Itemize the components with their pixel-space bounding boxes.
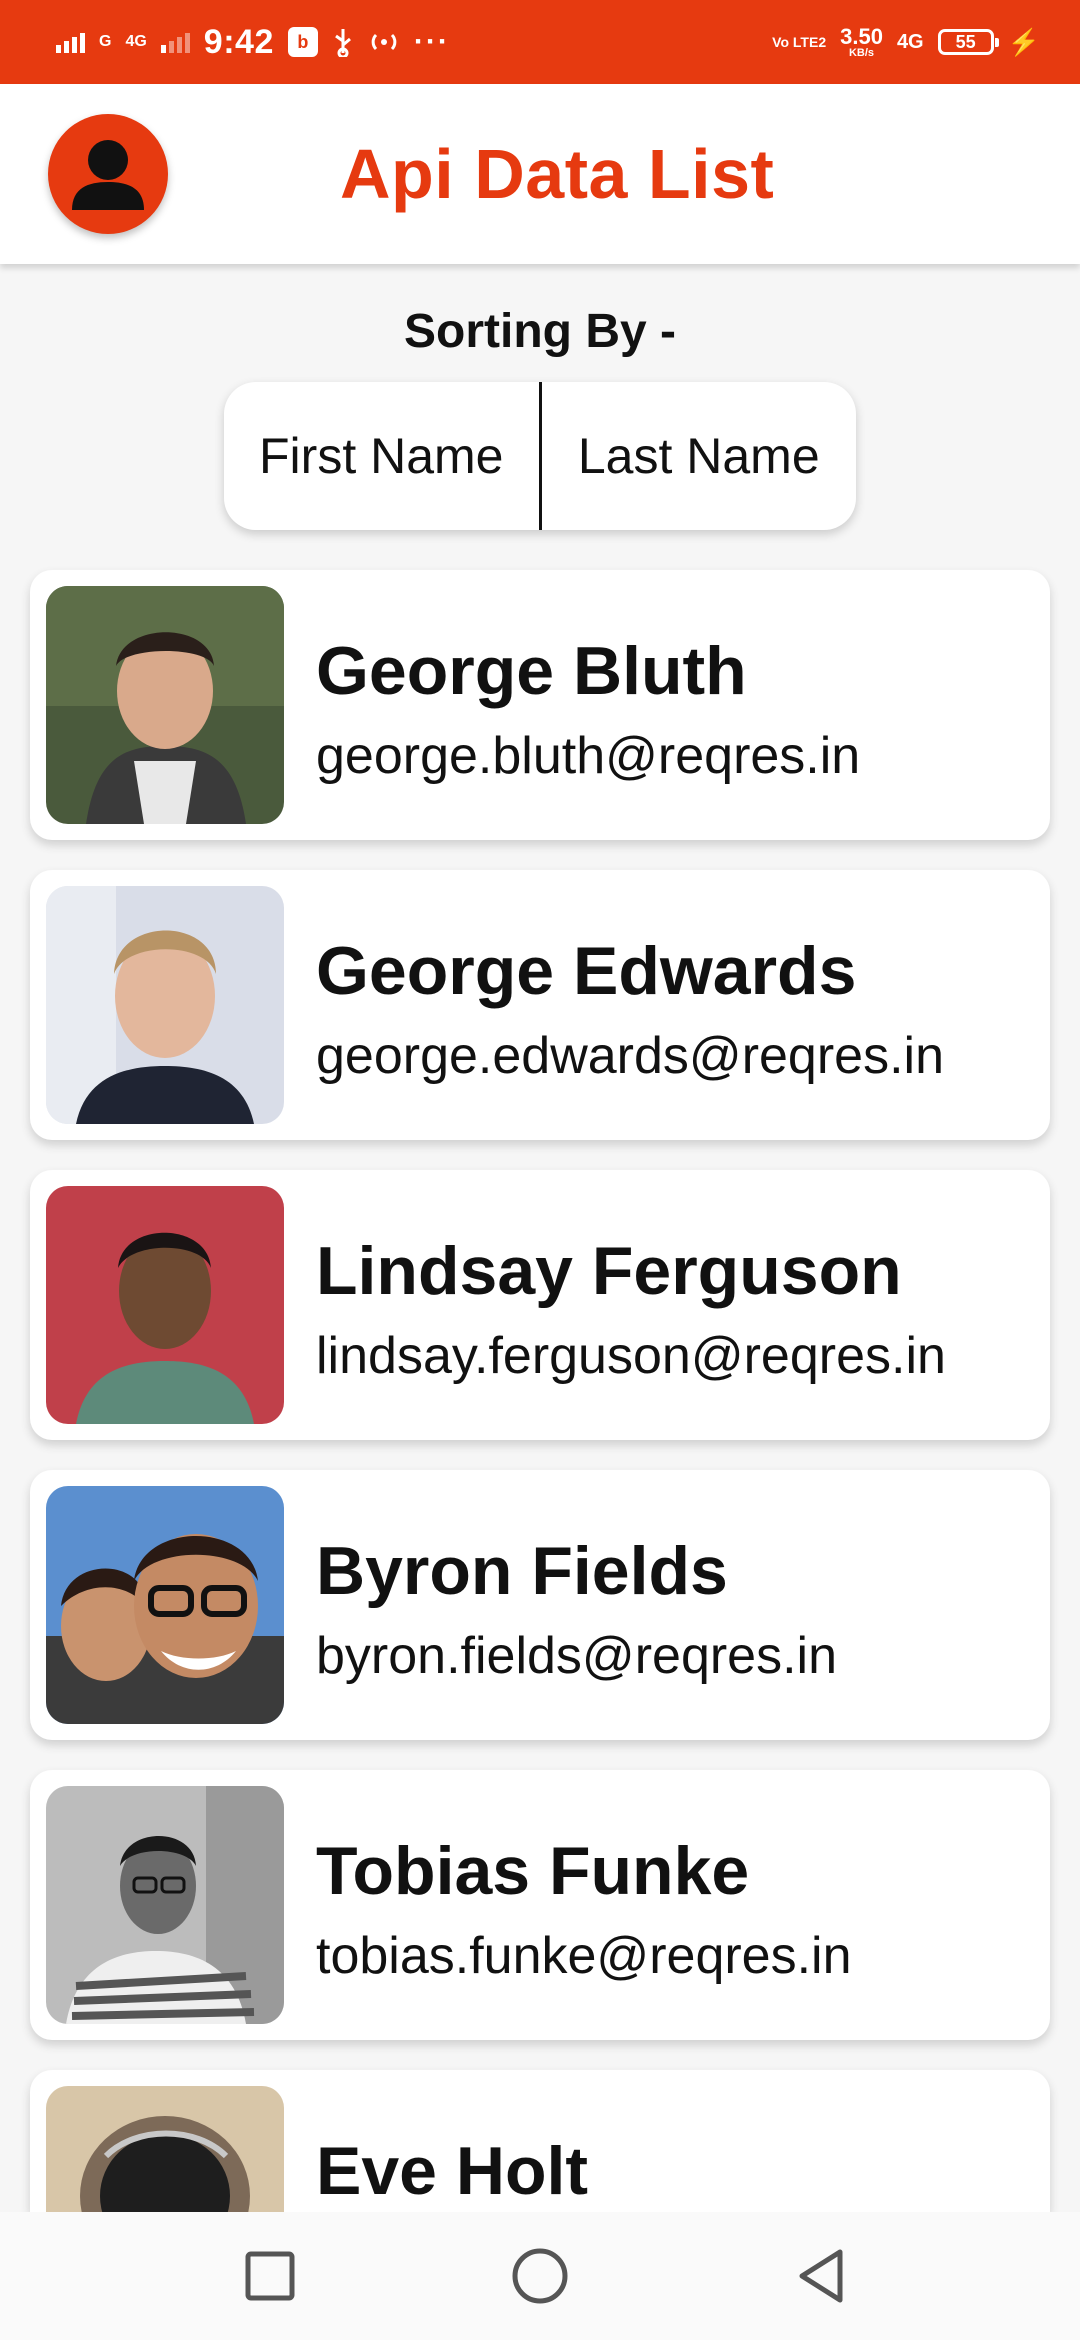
user-photo [46,886,284,1124]
network-type-2: 4G [125,33,147,50]
user-name: Eve Holt [316,2133,589,2209]
hotspot-icon [371,33,397,51]
recents-square-icon[interactable] [238,2244,302,2308]
user-card[interactable]: Lindsay Ferguson lindsay.ferguson@reqres… [30,1170,1050,1440]
profile-avatar[interactable] [48,114,168,234]
user-card[interactable]: Tobias Funke tobias.funke@reqres.in [30,1770,1050,2040]
charging-icon: ⚡ [1007,26,1040,57]
back-triangle-icon[interactable] [790,2244,854,2308]
speed-unit: KB/s [848,46,875,59]
user-card[interactable]: George Edwards george.edwards@reqres.in [30,870,1050,1140]
home-circle-icon[interactable] [508,2244,572,2308]
user-name: George Edwards [316,933,857,1009]
sorting-label: Sorting By - [404,305,676,358]
signal-icon [56,31,85,53]
user-card[interactable]: Byron Fields byron.fields@reqres.in [30,1470,1050,1740]
volte-indicator: Vo LTE2 [772,34,827,50]
status-bar: G 4G 9:42 b ··· Vo LTE2 3.50 KB/s 4G 55 … [0,0,1080,84]
user-email: tobias.funke@reqres.in [316,1927,852,1985]
user-card[interactable]: Eve Holt [30,2070,1050,2212]
user-photo [46,1186,284,1424]
user-email: lindsay.ferguson@reqres.in [316,1327,946,1385]
speed-value: 3.50 [840,23,883,49]
user-email: george.bluth@reqres.in [316,727,861,785]
sort-toggle: First Name Last Name [224,382,856,530]
network-speed: 3.50 KB/s [840,23,883,59]
app-bar: Api Data List [0,84,1080,264]
network-type-1: G [99,33,112,50]
battery-level: 55 [955,31,976,52]
user-name: Byron Fields [316,1533,728,1609]
user-photo [46,586,284,824]
user-photo [46,1486,284,1724]
sort-last-name-button[interactable]: Last Name [542,382,857,530]
status-right: Vo LTE2 3.50 KB/s 4G 55 ⚡ [772,0,1040,84]
status-left: G 4G 9:42 b ··· [56,0,450,84]
system-nav-bar [0,2212,1080,2340]
status-time: 9:42 [203,22,274,61]
person-icon [72,140,144,210]
more-notifications-icon: ··· [413,25,450,58]
network-type-3: 4G [896,31,924,53]
user-photo [46,1786,284,2024]
user-card[interactable]: George Bluth george.bluth@reqres.in [30,570,1050,840]
user-name: George Bluth [316,633,747,709]
notification-icon: b [287,27,318,57]
signal-weak-icon [160,31,190,53]
page-title: Api Data List [340,135,775,213]
usb-icon [334,29,351,57]
battery-icon: 55 [937,29,999,55]
user-email: byron.fields@reqres.in [316,1627,838,1685]
sort-first-name-button[interactable]: First Name [224,382,539,530]
user-email: george.edwards@reqres.in [316,1027,945,1085]
user-photo [46,2086,284,2212]
user-name: Lindsay Ferguson [316,1233,902,1309]
user-name: Tobias Funke [316,1833,750,1909]
